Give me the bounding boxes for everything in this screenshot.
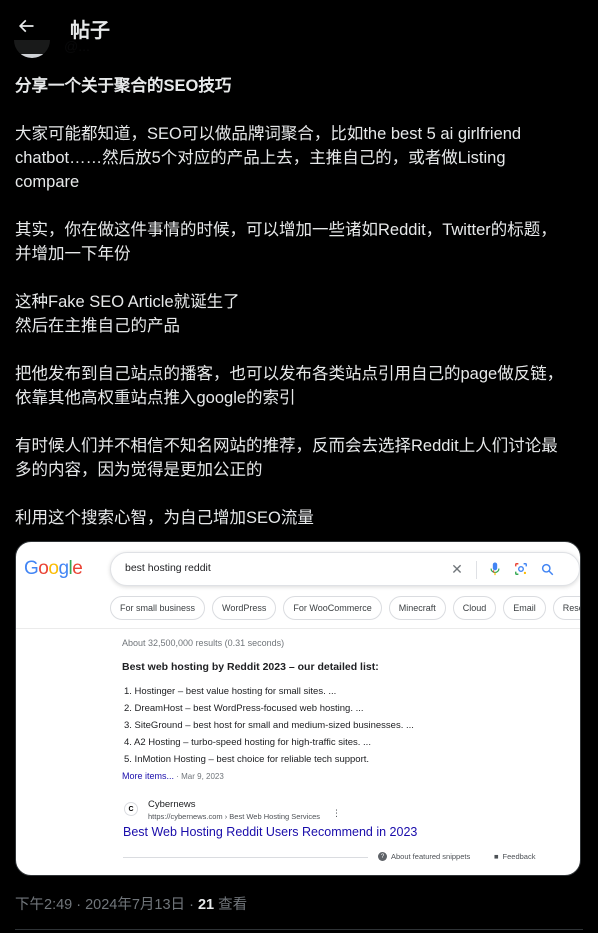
post-line: 大家可能都知道，SEO可以做品牌词聚合，比如the best 5 ai girl… [15, 125, 522, 143]
post-meta: 下午2:49 · 2024年7月13日 · 21 查看 [15, 893, 247, 914]
search-icon [537, 559, 557, 579]
logo-letter: G [24, 558, 39, 579]
post-line: 这种Fake SEO Article就诞生了 [15, 293, 240, 311]
filter-chip: For small business [110, 596, 206, 620]
list-item: 3. SiteGround – best host for small and … [124, 720, 414, 731]
top-header: 帖子 [0, 0, 598, 54]
views-label: 查看 [214, 897, 248, 913]
page-title: 帖子 [70, 20, 110, 42]
post-line: 其实，你在做这件事情的时候，可以增加一些诸如Reddit，Twitter的标题， [15, 221, 557, 239]
filter-chip: For WooCommerce [283, 596, 382, 620]
google-logo: Google [24, 558, 83, 580]
feedback-icon: ■ [494, 852, 499, 861]
logo-letter: e [72, 558, 83, 579]
featured-snippet-list: 1. Hostinger – best value hosting for sm… [124, 683, 414, 768]
filter-chips: For small business WordPress For WooComm… [110, 596, 580, 620]
more-items-label: More items... [122, 771, 175, 781]
about-snippets: ? About featured snippets [378, 852, 470, 861]
post-image[interactable]: Google best hosting reddit ✕ For small b… [15, 541, 581, 876]
filter-chip: Reseller [552, 596, 580, 620]
divider [123, 857, 368, 858]
post-line: 并增加一下年份 [15, 245, 131, 263]
featured-snippet-title: Best web hosting by Reddit 2023 – our de… [122, 661, 379, 673]
filter-chip: WordPress [212, 596, 277, 620]
filter-chip: Email [503, 596, 546, 620]
logo-letter: g [58, 558, 69, 579]
logo-letter: o [48, 558, 59, 579]
back-button[interactable] [8, 8, 44, 44]
post-title: 分享一个关于聚合的SEO技巧 [15, 77, 232, 95]
post-line: 依靠其他高权重站点推入google的索引 [15, 389, 296, 407]
search-bar: best hosting reddit ✕ [110, 552, 580, 586]
post-text: 分享一个关于聚合的SEO技巧 大家可能都知道，SEO可以做品牌词聚合，比如the… [15, 74, 587, 530]
filter-chip: Cloud [452, 596, 497, 620]
list-item: 2. DreamHost – best WordPress-focused we… [124, 703, 364, 714]
list-item: 4. A2 Hosting – turbo-speed hosting for … [124, 737, 371, 748]
filter-chip: Minecraft [388, 596, 446, 620]
feedback: ■ Feedback [494, 852, 535, 861]
divider [15, 929, 583, 930]
feedback-label: Feedback [502, 852, 536, 861]
list-item: 5. InMotion Hosting – best choice for re… [124, 754, 370, 765]
post-line: 有时候人们并不相信不知名网站的推荐，反而会去选择Reddit上人们讨论最 [15, 437, 558, 455]
post-timestamp[interactable]: 下午2:49 · 2024年7月13日 · [15, 897, 198, 913]
snippet-date: · Mar 9, 2023 [174, 772, 224, 781]
lens-icon [511, 559, 531, 579]
views-count: 21 [197, 897, 215, 913]
arrow-left-icon [18, 19, 34, 33]
source-name: Cybernews [148, 799, 196, 810]
list-item: 1. Hostinger – best value hosting for sm… [124, 686, 337, 697]
about-snippets-label: About featured snippets [391, 852, 471, 861]
post-line: chatbot……然后放5个对应的产品上去，主推自己的，或者做Listing [15, 149, 506, 167]
source-url: https://cybernews.com › Best Web Hosting… [148, 812, 321, 821]
source-favicon-icon: C [124, 802, 138, 816]
post-line: 把他发布到自己站点的播客，也可以发布各类站点引用自己的page做反链， [15, 365, 564, 383]
post-line: 多的内容，因为觉得是更加公正的 [15, 461, 263, 479]
search-query: best hosting reddit [125, 562, 211, 574]
result-link: Best Web Hosting Reddit Users Recommend … [123, 825, 418, 839]
more-items-link: More items... · Mar 9, 2023 [122, 771, 224, 781]
microphone-icon [485, 559, 505, 579]
post-line: 利用这个搜索心智，为自己增加SEO流量 [15, 509, 314, 527]
results-count: About 32,500,000 results (0.31 seconds) [122, 638, 285, 648]
post-line: compare [15, 173, 80, 191]
help-icon: ? [378, 852, 387, 861]
divider [16, 628, 580, 629]
divider [476, 561, 477, 579]
close-icon: ✕ [451, 560, 463, 577]
post-line: 然后在主推自己的产品 [15, 317, 180, 335]
more-vert-icon: ⋮ [332, 808, 341, 818]
logo-letter: o [38, 558, 49, 579]
